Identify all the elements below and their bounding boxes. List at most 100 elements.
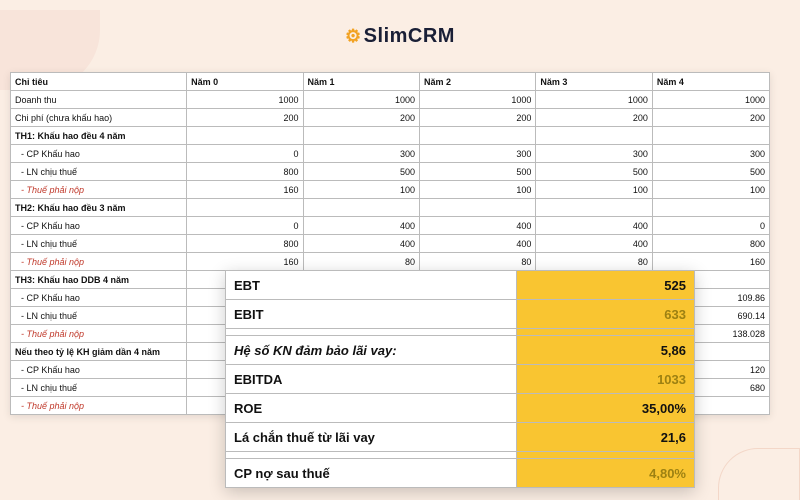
cell-value: 1000 [536, 91, 652, 109]
summary-row: CP nợ sau thuế4,80% [226, 459, 695, 488]
cell-value: 400 [536, 235, 652, 253]
row-label: TH1: Khấu hao đều 4 năm [11, 127, 187, 145]
row-label: Nếu theo tỷ lệ KH giảm dần 4 năm [11, 343, 187, 361]
summary-value: 4,80% [516, 459, 694, 488]
row-label: - LN chịu thuế [11, 307, 187, 325]
summary-value: 525 [516, 271, 694, 300]
row-label: - CP Khấu hao [11, 217, 187, 235]
table-row: TH1: Khấu hao đều 4 năm [11, 127, 770, 145]
cell-value: 1000 [652, 91, 769, 109]
cell-value [536, 199, 652, 217]
table-row: - LN chịu thuế800400400400800 [11, 235, 770, 253]
table-row: - CP Khấu hao0300300300300 [11, 145, 770, 163]
cell-value: 300 [419, 145, 535, 163]
summary-row: Lá chắn thuế từ lãi vay21,6 [226, 423, 695, 452]
cell-value: 800 [652, 235, 769, 253]
gear-icon: ⚙ [345, 26, 362, 46]
table-row: - Thuế phải nộp160100100100100 [11, 181, 770, 199]
table-header-row: Chỉ tiêu Năm 0 Năm 1 Năm 2 Năm 3 Năm 4 [11, 73, 770, 91]
summary-row [226, 329, 695, 336]
row-label: - CP Khấu hao [11, 361, 187, 379]
table-row: TH2: Khấu hao đều 3 năm [11, 199, 770, 217]
cell-value: 100 [419, 181, 535, 199]
cell-value: 1000 [187, 91, 303, 109]
row-label: - LN chịu thuế [11, 235, 187, 253]
cell-value [303, 127, 419, 145]
row-label: - LN chịu thuế [11, 379, 187, 397]
row-label: - Thuế phải nộp [11, 253, 187, 271]
row-label: TH3: Khấu hao DDB 4 năm [11, 271, 187, 289]
cell-value [187, 127, 303, 145]
summary-row: ROE35,00% [226, 394, 695, 423]
row-label: Doanh thu [11, 91, 187, 109]
col-header: Năm 4 [652, 73, 769, 91]
cell-value: 160 [187, 253, 303, 271]
row-label: - Thuế phải nộp [11, 181, 187, 199]
cell-value: 100 [303, 181, 419, 199]
cell-value: 80 [303, 253, 419, 271]
cell-value: 200 [303, 109, 419, 127]
cell-value: 800 [187, 235, 303, 253]
table-row: - LN chịu thuế800500500500500 [11, 163, 770, 181]
cell-value: 100 [536, 181, 652, 199]
table-row: - Thuế phải nộp160808080160 [11, 253, 770, 271]
col-header: Năm 2 [419, 73, 535, 91]
cell-value: 800 [187, 163, 303, 181]
col-header: Năm 1 [303, 73, 419, 91]
col-header: Năm 3 [536, 73, 652, 91]
summary-label: Hệ số KN đảm bảo lãi vay: [226, 336, 517, 365]
summary-value: 5,86 [516, 336, 694, 365]
cell-value [187, 199, 303, 217]
table-row: Doanh thu10001000100010001000 [11, 91, 770, 109]
summary-label: Lá chắn thuế từ lãi vay [226, 423, 517, 452]
summary-row: EBT525 [226, 271, 695, 300]
table-row: - CP Khấu hao04004004000 [11, 217, 770, 235]
summary-value: 633 [516, 300, 694, 329]
cell-value: 0 [187, 217, 303, 235]
summary-row [226, 452, 695, 459]
cell-value: 300 [652, 145, 769, 163]
cell-value: 0 [187, 145, 303, 163]
row-label: - Thuế phải nộp [11, 397, 187, 415]
row-label: Chi phí (chưa khấu hao) [11, 109, 187, 127]
cell-value: 500 [303, 163, 419, 181]
row-label: - LN chịu thuế [11, 163, 187, 181]
cell-value: 160 [187, 181, 303, 199]
cell-value: 200 [419, 109, 535, 127]
cell-value: 160 [652, 253, 769, 271]
table-row: Chi phí (chưa khấu hao)200200200200200 [11, 109, 770, 127]
cell-value: 500 [419, 163, 535, 181]
row-label: TH2: Khấu hao đều 3 năm [11, 199, 187, 217]
summary-value: 1033 [516, 365, 694, 394]
row-label: - CP Khấu hao [11, 289, 187, 307]
cell-value [652, 127, 769, 145]
cell-value: 1000 [303, 91, 419, 109]
summary-label: EBITDA [226, 365, 517, 394]
summary-table: EBT525EBIT633 Hệ số KN đảm bảo lãi vay:5,… [225, 270, 695, 488]
cell-value: 300 [536, 145, 652, 163]
cell-value: 1000 [419, 91, 535, 109]
cell-value: 100 [652, 181, 769, 199]
cell-value [419, 199, 535, 217]
cell-value: 80 [419, 253, 535, 271]
summary-label: CP nợ sau thuế [226, 459, 517, 488]
cell-value [652, 199, 769, 217]
decoration-bottom-right [718, 448, 800, 500]
summary-row: EBIT633 [226, 300, 695, 329]
row-label: - CP Khấu hao [11, 145, 187, 163]
summary-label: ROE [226, 394, 517, 423]
summary-row: EBITDA1033 [226, 365, 695, 394]
cell-value [536, 127, 652, 145]
cell-value: 200 [187, 109, 303, 127]
summary-label: EBT [226, 271, 517, 300]
summary-overlay: EBT525EBIT633 Hệ số KN đảm bảo lãi vay:5,… [225, 270, 695, 488]
cell-value: 400 [303, 217, 419, 235]
cell-value: 200 [536, 109, 652, 127]
cell-value: 80 [536, 253, 652, 271]
cell-value: 500 [652, 163, 769, 181]
cell-value [419, 127, 535, 145]
summary-row: Hệ số KN đảm bảo lãi vay:5,86 [226, 336, 695, 365]
cell-value: 400 [419, 217, 535, 235]
cell-value: 0 [652, 217, 769, 235]
cell-value: 200 [652, 109, 769, 127]
